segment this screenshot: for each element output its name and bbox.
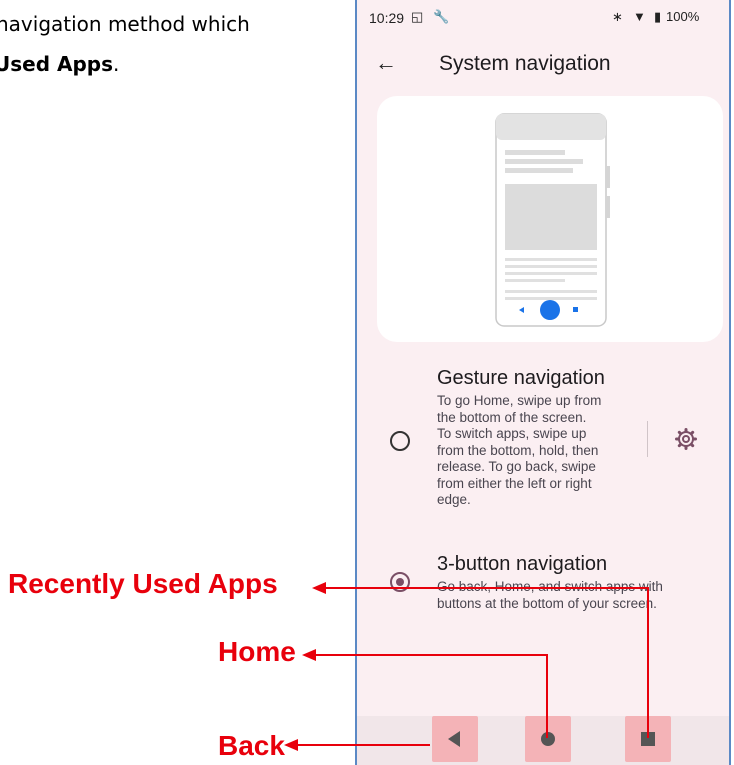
recent-arrowhead-icon xyxy=(312,582,326,594)
annotation-arrows xyxy=(284,582,649,751)
home-arrowhead-icon xyxy=(302,649,316,661)
back-arrowhead-icon xyxy=(284,739,298,751)
